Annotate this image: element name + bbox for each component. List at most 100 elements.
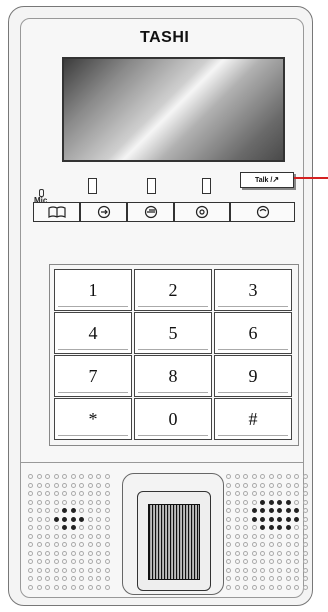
speaker-hole bbox=[243, 474, 248, 479]
speaker-hole bbox=[251, 525, 257, 530]
talk-button-label: Talk / bbox=[254, 177, 273, 184]
speaker-hole bbox=[260, 474, 265, 479]
speaker-hole bbox=[79, 576, 84, 581]
speaker-hole bbox=[87, 474, 93, 479]
key-0[interactable]: 0 bbox=[134, 398, 212, 440]
speaker-hole bbox=[268, 576, 274, 581]
intercom-button[interactable] bbox=[174, 202, 230, 222]
speaker-hole bbox=[104, 499, 110, 505]
speaker-hole bbox=[36, 482, 42, 488]
key-7[interactable]: 7 bbox=[54, 355, 132, 397]
speaker-hole bbox=[62, 499, 67, 505]
speaker-hole bbox=[302, 584, 308, 590]
speaker-hole bbox=[28, 491, 33, 496]
speaker-hole bbox=[285, 533, 291, 539]
speaker-hole bbox=[79, 542, 84, 547]
speaker-hole bbox=[285, 474, 291, 479]
speaker-hole bbox=[70, 542, 76, 547]
speaker-hole bbox=[268, 499, 274, 505]
speaker-hole bbox=[36, 567, 42, 573]
speaker-hole bbox=[234, 576, 240, 581]
key-3[interactable]: 3 bbox=[214, 269, 292, 311]
key-4[interactable]: 4 bbox=[54, 312, 132, 354]
speaker-hole bbox=[104, 474, 110, 479]
speaker-hole bbox=[70, 525, 76, 530]
speaker-hole bbox=[260, 584, 265, 590]
key-9[interactable]: 9 bbox=[214, 355, 292, 397]
key-star[interactable]: * bbox=[54, 398, 132, 440]
speaker-hole bbox=[294, 533, 299, 539]
key-6[interactable]: 6 bbox=[214, 312, 292, 354]
speaker-hole bbox=[226, 525, 231, 530]
speaker-hole bbox=[234, 474, 240, 479]
speaker-hole bbox=[62, 491, 67, 496]
call-button[interactable] bbox=[230, 202, 295, 222]
monitor-button[interactable] bbox=[80, 202, 127, 222]
speaker-hole bbox=[268, 550, 274, 556]
speaker-hole bbox=[53, 525, 59, 530]
speaker-hole bbox=[45, 567, 50, 573]
speaker-hole bbox=[268, 542, 274, 547]
speaker-hole bbox=[260, 508, 265, 513]
speaker-hole bbox=[251, 567, 257, 573]
speaker-hole bbox=[36, 584, 42, 590]
speaker-hole bbox=[260, 516, 265, 522]
key-1[interactable]: 1 bbox=[54, 269, 132, 311]
phonebook-button[interactable] bbox=[33, 202, 80, 222]
speaker-hole bbox=[243, 559, 248, 564]
speaker-hole bbox=[45, 550, 50, 556]
speaker-hole bbox=[96, 482, 101, 488]
speaker-hole bbox=[226, 567, 231, 573]
speaker-hole bbox=[260, 576, 265, 581]
speaker-hole bbox=[45, 508, 50, 513]
speaker-hole bbox=[28, 550, 33, 556]
speaker-hole bbox=[234, 584, 240, 590]
fingerprint-sensor-icon[interactable] bbox=[148, 504, 200, 580]
speaker-hole bbox=[28, 516, 33, 522]
speaker-hole bbox=[251, 542, 257, 547]
speaker-hole bbox=[285, 567, 291, 573]
intercom-icon bbox=[195, 205, 209, 219]
speaker-hole bbox=[302, 533, 308, 539]
speaker-hole bbox=[87, 559, 93, 564]
speaker-hole bbox=[70, 491, 76, 496]
speaker-hole bbox=[243, 525, 248, 530]
speaker-hole bbox=[79, 499, 84, 505]
monitor-icon bbox=[97, 205, 110, 219]
speaker-hole bbox=[234, 491, 240, 496]
speaker-hole bbox=[96, 474, 101, 479]
talk-button[interactable]: Talk /↗ bbox=[240, 172, 294, 188]
speaker-hole bbox=[234, 508, 240, 513]
speaker-hole bbox=[104, 576, 110, 581]
speaker-hole bbox=[226, 491, 231, 496]
key-hash[interactable]: # bbox=[214, 398, 292, 440]
speaker-hole bbox=[226, 550, 231, 556]
speaker-hole bbox=[260, 559, 265, 564]
key-8[interactable]: 8 bbox=[134, 355, 212, 397]
speaker-hole bbox=[79, 533, 84, 539]
speaker-hole bbox=[70, 533, 76, 539]
speaker-hole bbox=[28, 508, 33, 513]
key-5[interactable]: 5 bbox=[134, 312, 212, 354]
speaker-hole bbox=[285, 576, 291, 581]
speaker-hole bbox=[104, 542, 110, 547]
key-2[interactable]: 2 bbox=[134, 269, 212, 311]
speaker-hole bbox=[260, 482, 265, 488]
status-led-3 bbox=[202, 178, 211, 194]
speaker-hole bbox=[53, 516, 59, 522]
speaker-hole bbox=[62, 474, 67, 479]
speaker-hole bbox=[260, 533, 265, 539]
speaker-hole bbox=[96, 559, 101, 564]
speaker-hole bbox=[36, 499, 42, 505]
speaker-hole bbox=[302, 516, 308, 522]
speaker-hole bbox=[36, 491, 42, 496]
speaker-hole bbox=[87, 491, 93, 496]
speaker-hole bbox=[62, 567, 67, 573]
speaker-hole bbox=[87, 542, 93, 547]
speaker-hole bbox=[260, 550, 265, 556]
speaker-hole bbox=[277, 499, 282, 505]
speaker-hole bbox=[36, 525, 42, 530]
speaker-hole bbox=[302, 499, 308, 505]
unlock-button[interactable] bbox=[127, 202, 174, 222]
speaker-grille-right bbox=[226, 474, 312, 592]
